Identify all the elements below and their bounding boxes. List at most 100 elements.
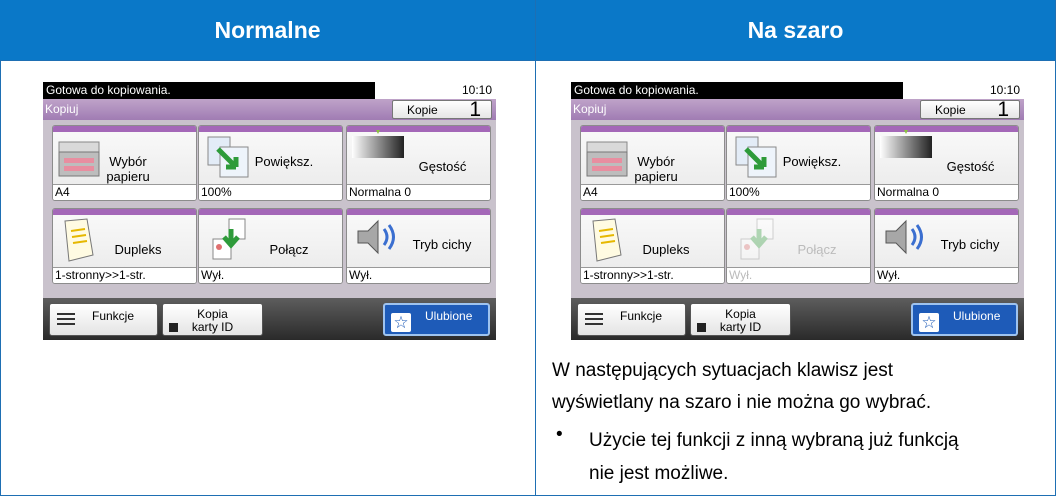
copies-label: Kopie xyxy=(935,103,966,117)
paper-tray-icon xyxy=(584,136,630,185)
mode-title: Kopiuj xyxy=(45,102,79,116)
shortcut-icon xyxy=(697,323,706,332)
combine-icon xyxy=(737,217,781,266)
function-key-paper-tray[interactable]: Wybór papieru A4 xyxy=(52,125,197,201)
density-icon xyxy=(878,130,934,165)
function-key-zoom[interactable]: Powiększ. 100% xyxy=(198,125,343,201)
key-value: A4 xyxy=(53,184,196,200)
mode-bar: Kopiuj Kopie 1 xyxy=(43,98,496,121)
duplex-icon xyxy=(59,217,99,268)
functions-button[interactable]: Funkcje xyxy=(49,303,158,336)
key-accent xyxy=(727,126,870,132)
function-key-speaker[interactable]: Tryb cichy Wył. xyxy=(874,208,1019,284)
key-label: Dupleks xyxy=(642,242,690,257)
zoom-icon xyxy=(206,135,252,184)
key-label: Połącz xyxy=(269,242,309,257)
key-accent xyxy=(53,209,196,215)
duplex-icon xyxy=(587,217,627,268)
key-value: Normalna 0 xyxy=(875,184,1018,200)
header-normal: Normalne xyxy=(0,0,535,60)
key-label: Tryb cichy xyxy=(940,237,1000,252)
favorites-label: Ulubione xyxy=(953,309,1001,323)
key-value: 1-stronny>>1-str. xyxy=(581,267,724,283)
function-key-density[interactable]: Gęstość Normalna 0 xyxy=(346,125,491,201)
function-grid: Wybór papieru A4 Powiększ. 100% Gęstość Norma… xyxy=(43,120,496,298)
key-value: Normalna 0 xyxy=(347,184,490,200)
key-value: Wył. xyxy=(875,267,1018,283)
functions-label: Funkcje xyxy=(620,309,663,323)
key-label: Dupleks xyxy=(114,242,162,257)
function-key-speaker[interactable]: Tryb cichy Wył. xyxy=(346,208,491,284)
key-value: Wył. xyxy=(727,267,870,283)
key-label: Tryb cichy xyxy=(412,237,472,252)
copies-count: 1 xyxy=(997,98,1009,121)
favorites-label: Ulubione xyxy=(425,309,473,323)
status-bar: Gotowa do kopiowania. 10:10 xyxy=(43,82,496,99)
status-text: Gotowa do kopiowania. xyxy=(43,82,375,99)
key-label: Połącz xyxy=(797,242,837,257)
combine-icon xyxy=(209,217,253,266)
function-key-duplex[interactable]: Dupleks 1-stronny>>1-str. xyxy=(580,208,725,284)
copy-panel-normal: Gotowa do kopiowania. 10:10 Kopiuj Kopie 1 Wy… xyxy=(43,82,496,340)
favorites-button[interactable]: ☆ Ulubione xyxy=(911,303,1018,336)
functions-label: Funkcje xyxy=(92,309,135,323)
key-label: Wybór papieru xyxy=(634,154,678,184)
key-label: Gęstość xyxy=(946,159,995,174)
zoom-icon xyxy=(734,135,780,184)
copies-label: Kopie xyxy=(407,103,438,117)
key-accent xyxy=(581,126,724,132)
key-accent xyxy=(875,209,1018,215)
key-accent xyxy=(347,209,490,215)
function-key-combine[interactable]: Połącz Wył. xyxy=(198,208,343,284)
favorites-button[interactable]: ☆ Ulubione xyxy=(383,303,490,336)
star-icon: ☆ xyxy=(919,313,939,332)
header-grayed: Na szaro xyxy=(536,0,1055,60)
key-accent xyxy=(727,209,870,215)
description-line-1: W następujących sytuacjach klawisz jest xyxy=(552,360,894,381)
key-label: Powiększ. xyxy=(254,154,314,169)
bottom-bar: Funkcje Kopia karty ID ☆ Ulubione xyxy=(571,298,1024,340)
function-key-paper-tray[interactable]: Wybór papieru A4 xyxy=(580,125,725,201)
functions-button[interactable]: Funkcje xyxy=(577,303,686,336)
star-icon: ☆ xyxy=(391,313,411,332)
speaker-icon xyxy=(354,217,402,262)
copies-button[interactable]: Kopie 1 xyxy=(920,98,1020,121)
header-divider xyxy=(0,60,1056,61)
bullet-marker: • xyxy=(556,424,563,445)
key-accent xyxy=(53,126,196,132)
bullet-line-1: Użycie tej funkcji z inną wybraną już fu… xyxy=(589,430,959,451)
clock-time: 10:10 xyxy=(461,83,492,97)
key-value: Wył. xyxy=(199,267,342,283)
shortcut-icon xyxy=(169,323,178,332)
function-key-density[interactable]: Gęstość Normalna 0 xyxy=(874,125,1019,201)
key-label: Powiększ. xyxy=(782,154,842,169)
function-key-combine: Połącz Wył. xyxy=(726,208,871,284)
bullet-text: Użycie tej funkcji z inną wybraną już fu… xyxy=(589,424,1049,490)
bullet-line-2: nie jest możliwe. xyxy=(589,463,729,484)
key-accent xyxy=(581,209,724,215)
column-divider xyxy=(535,0,536,496)
copies-button[interactable]: Kopie 1 xyxy=(392,98,492,121)
list-icon xyxy=(57,313,75,329)
function-key-duplex[interactable]: Dupleks 1-stronny>>1-str. xyxy=(52,208,197,284)
description-line-2: wyświetlany na szaro i nie można go wybr… xyxy=(552,392,932,413)
key-value: 100% xyxy=(727,184,870,200)
copy-panel-grayed: Gotowa do kopiowania. 10:10 Kopiuj Kopie 1 Wy… xyxy=(571,82,1024,340)
status-text: Gotowa do kopiowania. xyxy=(571,82,903,99)
status-bar: Gotowa do kopiowania. 10:10 xyxy=(571,82,1024,99)
function-key-zoom[interactable]: Powiększ. 100% xyxy=(726,125,871,201)
mode-bar: Kopiuj Kopie 1 xyxy=(571,98,1024,121)
speaker-icon xyxy=(882,217,930,262)
clock-time: 10:10 xyxy=(989,83,1020,97)
key-value: Wył. xyxy=(347,267,490,283)
id-card-copy-button[interactable]: Kopia karty ID xyxy=(690,303,791,336)
copies-count: 1 xyxy=(469,98,481,121)
key-value: 1-stronny>>1-str. xyxy=(53,267,196,283)
list-icon xyxy=(585,313,603,329)
mode-title: Kopiuj xyxy=(573,102,607,116)
key-value: A4 xyxy=(581,184,724,200)
id-card-copy-button[interactable]: Kopia karty ID xyxy=(162,303,263,336)
key-label: Wybór papieru xyxy=(106,154,150,184)
key-accent xyxy=(199,126,342,132)
paper-tray-icon xyxy=(56,136,102,185)
